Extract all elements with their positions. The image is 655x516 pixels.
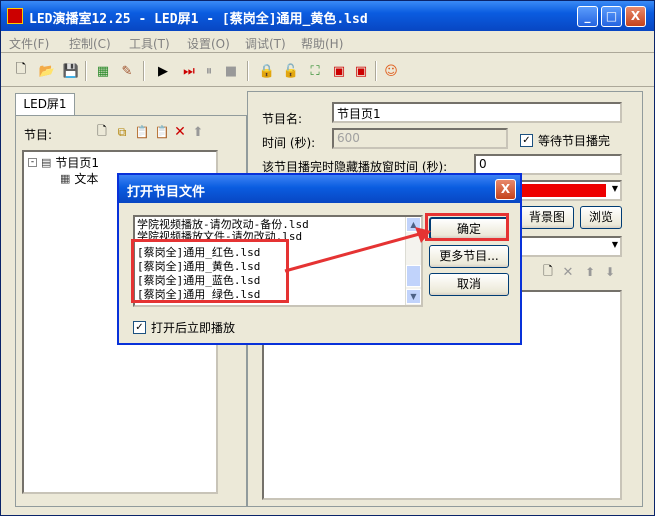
unlock-icon: 🔓 — [282, 63, 300, 79]
program-name-label: 节目名: — [262, 112, 303, 126]
menu-help[interactable]: 帮助(H) — [301, 35, 343, 52]
new-file-icon[interactable]: 🗋 — [11, 61, 31, 81]
toolbar-separator — [247, 61, 249, 81]
programs-label: 节目: — [24, 128, 53, 142]
toolbar: 🗋 📂 💾 ▦ ✎ ▶ ⏭ ⏸ ■ 🔒 🔓 ⛶ ▣ ▣ ☺ — [1, 55, 654, 87]
menu-tools[interactable]: 工具(T) — [129, 35, 170, 52]
app-icon — [7, 8, 23, 24]
move-up-icon: ⬆ — [584, 265, 596, 279]
open-folder-icon[interactable]: 📂 — [37, 61, 57, 81]
dialog-close-button[interactable]: X — [495, 179, 516, 200]
lock-icon: 🔒 — [258, 63, 276, 79]
cancel-button[interactable]: 取消 — [429, 273, 509, 296]
maximize-button[interactable]: □ — [601, 6, 622, 27]
dropdown-arrow-icon: ▼ — [611, 240, 618, 249]
dropdown-arrow-icon: ▼ — [611, 184, 618, 193]
tab-led-screen-1[interactable]: LED屏1 — [15, 93, 75, 115]
delete-item-icon: ✕ — [562, 264, 574, 280]
menu-debug[interactable]: 调试(T) — [245, 35, 286, 52]
toolbar-separator — [143, 61, 145, 81]
menu-file[interactable]: 文件(F) — [9, 35, 49, 52]
move-down-icon: ⬇ — [604, 265, 616, 279]
annotation-arrow — [284, 227, 431, 273]
checkbox-checked-icon: ✓ — [133, 321, 146, 334]
network-icon[interactable]: ⛶ — [305, 61, 325, 81]
add-program-icon[interactable]: 🗋 — [92, 122, 112, 142]
time-input: 600 — [332, 128, 508, 149]
dialog-title: 打开节目文件 — [127, 185, 206, 200]
delete-icon[interactable]: ✕ — [170, 122, 190, 142]
minimize-button[interactable]: _ — [577, 6, 598, 27]
save-icon[interactable]: 💾 — [61, 61, 81, 81]
dialog-title-bar: 打开节目文件 X — [119, 175, 520, 203]
wait-checkbox[interactable]: ✓ 等待节目播完 — [520, 132, 610, 149]
browse-button[interactable]: 浏览 — [580, 206, 622, 229]
close-button[interactable]: X — [625, 6, 646, 27]
time-label: 时间 (秒): — [262, 136, 316, 150]
step-play-icon[interactable]: ⏭ — [179, 61, 199, 81]
program-page-icon: ▤ — [41, 156, 52, 169]
list-item[interactable]: [蔡岗全]通用_红色.lsd — [137, 247, 260, 259]
hide-time-input[interactable]: 0 — [474, 154, 622, 175]
stop-icon: ■ — [224, 63, 238, 79]
tree-node-text[interactable]: ▦ 文本 — [60, 170, 98, 187]
paste-icon[interactable]: 📋 — [132, 122, 152, 142]
list-item[interactable]: 学院视频播放文件-请勿改动.lsd — [137, 231, 302, 243]
menu-bar: 文件(F) 控制(C) 工具(T) 设置(O) 调试(T) 帮助(H) — [1, 31, 654, 53]
grid-icon[interactable]: ▦ — [93, 61, 113, 81]
menu-control[interactable]: 控制(C) — [69, 35, 111, 52]
list-item[interactable]: [蔡岗全]通用_绿色.lsd — [137, 289, 260, 301]
play-icon[interactable]: ▶ — [153, 61, 173, 81]
main-window: LED演播室12.25 - LED屏1 - [蔡岗全]通用_黄色.lsd _ □… — [0, 0, 655, 516]
window-title: LED演播室12.25 - LED屏1 - [蔡岗全]通用_黄色.lsd — [29, 12, 368, 27]
ok-button[interactable]: 确定 — [429, 217, 509, 240]
tree-node-label: 文本 — [74, 172, 99, 186]
copy-icon[interactable]: ⧉ — [112, 122, 132, 142]
toolbar-separator — [375, 61, 377, 81]
screen-off-icon[interactable]: ▣ — [329, 61, 349, 81]
wait-label: 等待节目播完 — [538, 134, 611, 148]
clipboard-icon: 📋 — [154, 125, 170, 139]
autoplay-label: 打开后立即播放 — [151, 321, 236, 335]
text-item-icon: ▦ — [60, 172, 71, 185]
tree-node-program-page[interactable]: - ▤ 节目页1 — [28, 154, 100, 171]
list-item[interactable]: [蔡岗全]通用_蓝色.lsd — [137, 275, 260, 287]
program-name-input[interactable]: 节目页1 — [332, 102, 622, 123]
edit-icon[interactable]: ✎ — [117, 61, 137, 81]
add-item-icon[interactable]: 🗋 — [538, 262, 558, 282]
scroll-down-icon[interactable]: ▼ — [406, 289, 421, 304]
more-programs-button[interactable]: 更多节目... — [429, 245, 509, 268]
background-image-button[interactable]: 背景图 — [520, 206, 574, 229]
collapse-icon[interactable]: - — [28, 158, 37, 167]
move-up-icon: ⬆ — [192, 124, 204, 140]
tree-node-label: 节目页1 — [55, 154, 100, 171]
effect-select[interactable]: ▼ — [520, 236, 622, 257]
checkbox-checked-icon: ✓ — [520, 134, 533, 147]
pause-icon: ⏸ — [205, 63, 213, 79]
title-bar: LED演播室12.25 - LED屏1 - [蔡岗全]通用_黄色.lsd _ □… — [1, 1, 654, 31]
arrow-shaft — [284, 231, 424, 273]
autoplay-checkbox[interactable]: ✓ 打开后立即播放 — [133, 319, 235, 336]
toolbar-separator — [85, 61, 87, 81]
screen-on-icon[interactable]: ▣ — [351, 61, 371, 81]
menu-settings[interactable]: 设置(O) — [187, 35, 230, 52]
list-item[interactable]: [蔡岗全]通用_黄色.lsd — [137, 261, 260, 273]
smiley-icon[interactable]: ☺ — [381, 61, 401, 81]
